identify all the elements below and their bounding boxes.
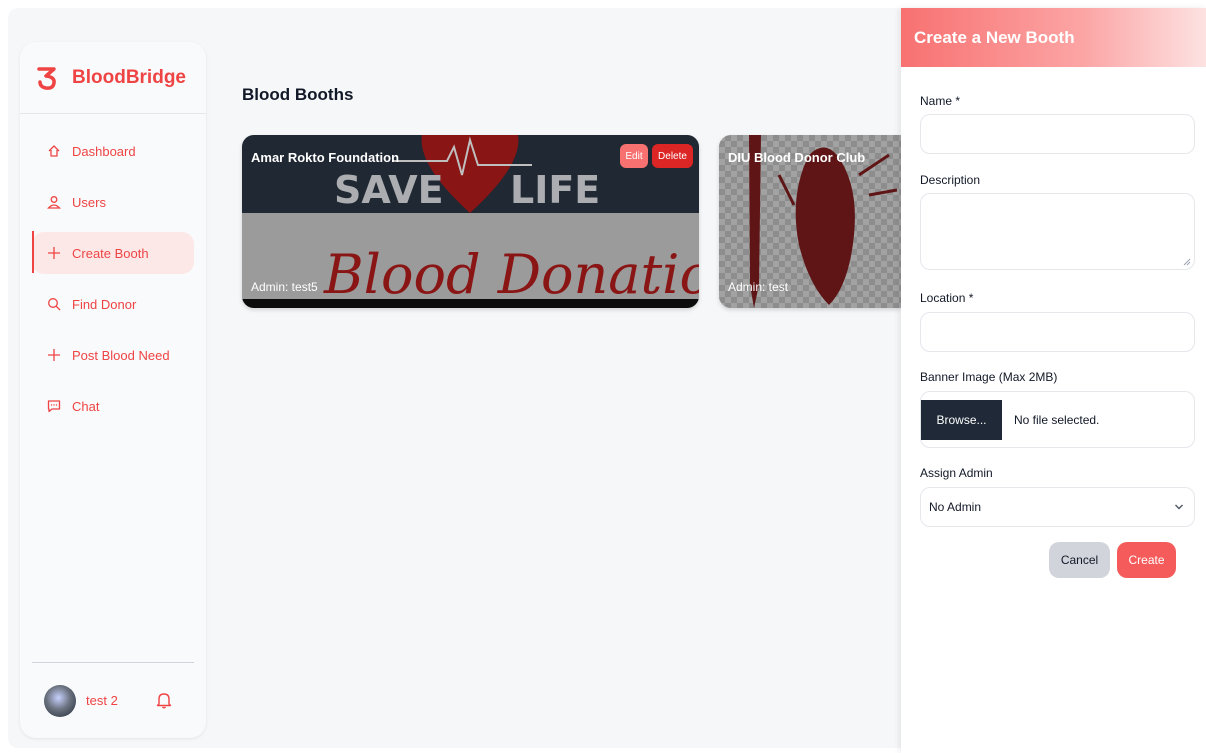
assign-admin-label: Assign Admin (920, 466, 993, 480)
sidebar-item-label: Post Blood Need (72, 347, 170, 363)
name-label: Name * (920, 94, 961, 108)
sidebar-item-label: Find Donor (72, 296, 137, 312)
sidebar-nav: Dashboard Users Create Booth Find Donor … (32, 130, 194, 436)
banner-image-label: Banner Image (Max 2MB) (920, 370, 1058, 384)
home-icon (46, 143, 62, 159)
booth-admin: Admin: test5 (251, 280, 318, 294)
sidebar-item-label: Dashboard (72, 143, 136, 159)
sidebar-item-label: Chat (72, 398, 100, 414)
sidebar-item-dashboard[interactable]: Dashboard (32, 130, 194, 172)
sidebar-item-post-blood-need[interactable]: Post Blood Need (32, 334, 194, 376)
booth-admin: Admin: test (728, 280, 789, 294)
create-button[interactable]: Create (1117, 542, 1176, 578)
user-profile[interactable]: test 2 (32, 662, 194, 738)
description-field-wrapper (920, 193, 1195, 270)
location-label: Location * (920, 291, 974, 305)
booth-card[interactable]: DIU Blood Donor Club Admin: test (719, 135, 901, 308)
plus-icon (46, 347, 62, 363)
sidebar-item-chat[interactable]: Chat (32, 385, 194, 427)
name-field[interactable] (921, 115, 1194, 153)
cancel-button[interactable]: Cancel (1049, 542, 1110, 578)
user-name: test 2 (86, 693, 118, 708)
booth-card[interactable]: SAVE LIFE Blood Donation Amar Rokto Foun… (242, 135, 699, 308)
booth-name: Amar Rokto Foundation (251, 150, 400, 165)
file-status: No file selected. (1014, 412, 1100, 427)
resize-handle-icon[interactable] (1183, 258, 1191, 266)
create-booth-panel: Create a New Booth Name * Description Lo… (901, 8, 1206, 753)
sidebar-item-label: Create Booth (72, 245, 149, 261)
bell-icon[interactable] (156, 691, 172, 709)
name-field-wrapper (920, 114, 1195, 154)
brand[interactable]: BloodBridge (20, 42, 206, 114)
location-field[interactable] (921, 313, 1194, 351)
booth-name: DIU Blood Donor Club (728, 150, 866, 165)
avatar[interactable] (44, 684, 76, 717)
description-field[interactable] (921, 194, 1194, 269)
location-field-wrapper (920, 312, 1195, 352)
page-title: Blood Booths (242, 85, 354, 104)
sidebar-item-create-booth[interactable]: Create Booth (32, 232, 194, 274)
sidebar: BloodBridge Dashboard Users Create Booth… (20, 42, 206, 738)
panel-header: Create a New Booth (901, 8, 1206, 67)
assign-admin-value: No Admin (929, 500, 982, 514)
search-icon (46, 296, 62, 312)
description-label: Description (920, 173, 981, 187)
edit-button[interactable]: Edit (620, 144, 648, 168)
chevron-down-icon (1175, 504, 1183, 510)
delete-button[interactable]: Delete (652, 144, 693, 168)
chat-icon (46, 398, 62, 414)
brand-name: BloodBridge (72, 66, 186, 88)
bloodbridge-logo-icon (37, 66, 56, 90)
browse-button[interactable]: Browse... (921, 399, 1002, 440)
sidebar-item-users[interactable]: Users (32, 181, 194, 223)
banner-image-input[interactable]: Browse... No file selected. (920, 391, 1195, 448)
panel-title: Create a New Booth (914, 27, 1075, 47)
assign-admin-select[interactable]: No Admin (920, 487, 1195, 527)
users-icon (46, 194, 62, 210)
plus-icon (46, 245, 62, 261)
sidebar-item-find-donor[interactable]: Find Donor (32, 283, 194, 325)
active-indicator (32, 231, 34, 273)
sidebar-item-label: Users (72, 194, 106, 210)
